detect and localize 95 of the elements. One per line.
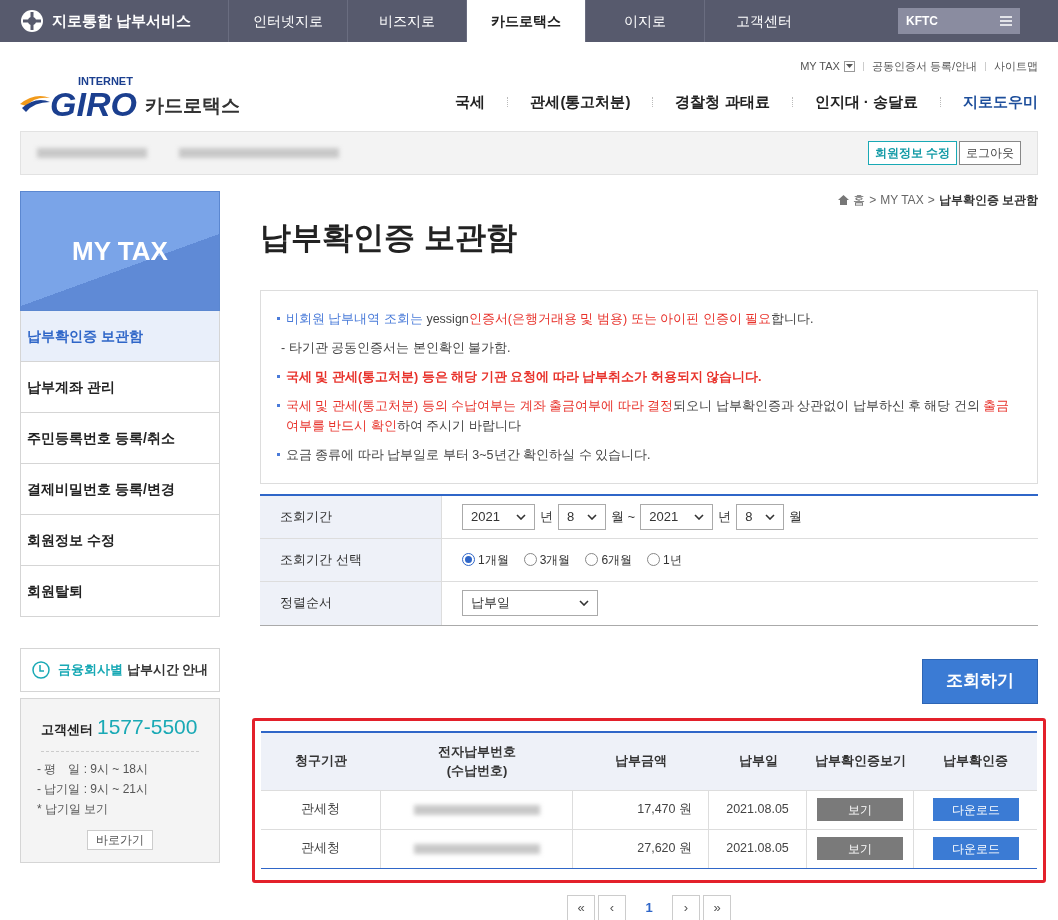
unit-text: 월 ~: [611, 507, 636, 526]
support-label: 고객센터: [41, 721, 93, 739]
notice-text: 국세 및 관세(통고처분) 등의 수납여부는 계좌 출금여부에 따라 결정 되오니 납부확인증과 상관없이 납부하신 후 해당 건의 출금여부를 반드시 확인하여 주시기 바랍니다: [286, 397, 1011, 435]
logo-icon: [20, 9, 44, 33]
notice-text: 국세 및 관세(통고처분) 등은 해당 기관 요청에 따라 납부취소가 허용되지 않습니다.: [286, 368, 762, 386]
support-hours-text: - 평 일 : 9시 ~ 18시: [37, 760, 150, 778]
support-hours-text: - 납기일 : 9시 ~ 21시: [37, 780, 150, 798]
download-button[interactable]: 다운로드: [932, 798, 1019, 821]
logo-subtitle: 카드로택스: [144, 93, 240, 118]
brand-title: 지로통합 납부서비스: [52, 10, 192, 31]
table-cell: 2021.08.05: [709, 790, 807, 829]
main-menu-item[interactable]: 관세(통고처분): [530, 90, 631, 113]
select-field[interactable]: 납부일: [462, 590, 598, 616]
page-title: 납부확인증 보관함: [260, 219, 518, 257]
sidebar-item[interactable]: 결제비밀번호 등록/변경: [21, 464, 219, 515]
main-menu-item[interactable]: 경찰청 과태료: [675, 90, 770, 113]
sidebar-title: MY TAX: [72, 234, 168, 268]
member-button[interactable]: 로그아웃: [959, 141, 1021, 165]
column-header: 전자납부번호 (수납번호): [437, 742, 517, 780]
next-page-button[interactable]: ›: [672, 894, 700, 920]
sidebar-item[interactable]: 회원정보 수정: [21, 515, 219, 566]
breadcrumb-link[interactable]: MY TAX: [880, 191, 924, 209]
utility-link[interactable]: 공동인증서 등록/안내: [871, 58, 977, 75]
utility-link[interactable]: 사이트맵: [994, 58, 1038, 75]
breadcrumb-link[interactable]: 홈: [853, 191, 866, 209]
unit-text: 년: [540, 507, 553, 526]
column-header: 납부금액: [614, 752, 668, 771]
sidebar-item[interactable]: 납부확인증 보관함: [21, 311, 219, 362]
sidebar-item[interactable]: 회원탈퇴: [21, 566, 219, 617]
first-page-button[interactable]: «: [567, 894, 595, 920]
search-button[interactable]: 조회하기: [922, 658, 1038, 704]
caret-icon: [579, 600, 589, 606]
bullet-icon: [277, 452, 280, 456]
radio-option[interactable]: 1개월: [462, 550, 509, 569]
bullet-icon: [277, 403, 280, 407]
bullet-icon: [277, 374, 280, 378]
breadcrumb-separator: >: [927, 192, 935, 209]
form-label: 조회기간 선택: [260, 538, 442, 581]
column-header: 납부확인증보기: [814, 752, 907, 771]
nav-tab[interactable]: 카드로택스: [466, 0, 585, 42]
logo-text: GIRO: [50, 87, 137, 121]
radio-option[interactable]: 3개월: [523, 550, 571, 569]
sidebar-item[interactable]: 납부계좌 관리: [21, 362, 219, 413]
caret-icon: [694, 513, 705, 520]
column-header: 납부일: [737, 752, 779, 771]
go-button[interactable]: 바로가기: [87, 829, 153, 850]
caret-icon: [765, 513, 776, 520]
caret-icon: [516, 513, 526, 520]
nav-tab[interactable]: 이지로: [585, 0, 704, 42]
notice-text: - 타기관 공동인증서는 본인확인 불가함.: [281, 339, 511, 357]
bullet-icon: [277, 316, 280, 320]
form-label: 정렬순서: [260, 581, 442, 625]
column-header: 청구기관: [294, 752, 348, 771]
caret-icon: [587, 513, 597, 520]
view-button[interactable]: 보기: [817, 837, 903, 860]
menu-icon: [1000, 16, 1012, 26]
radio-option[interactable]: 1년: [647, 550, 682, 569]
select-field[interactable]: 8: [558, 503, 606, 530]
clock-icon: [31, 661, 50, 679]
home-icon: [838, 195, 850, 205]
radio-option[interactable]: 6개월: [585, 550, 633, 569]
dropdown-icon: [843, 60, 855, 72]
page-number[interactable]: 1: [629, 894, 669, 920]
table-cell: 2021.08.05: [709, 829, 807, 868]
time-guide-text: 금융회사별 납부시간 안내: [57, 661, 209, 680]
form-label: 조회기간: [260, 495, 442, 538]
breadcrumb-link[interactable]: 납부확인증 보관함: [938, 191, 1038, 209]
main-menu-item[interactable]: 국세: [455, 90, 486, 113]
download-button[interactable]: 다운로드: [932, 837, 1019, 860]
breadcrumb-separator: >: [869, 192, 877, 209]
main-menu-item[interactable]: 인지대 · 송달료: [814, 90, 918, 113]
support-phone: 1577-5500: [97, 714, 198, 740]
nav-tab[interactable]: 인터넷지로: [228, 0, 347, 42]
last-page-button[interactable]: »: [703, 894, 731, 920]
nav-tab[interactable]: 고객센터: [704, 0, 823, 42]
sidebar-item[interactable]: 주민등록번호 등록/취소: [21, 413, 219, 464]
table-cell: 17,470 원: [573, 790, 709, 829]
select-field[interactable]: 8: [736, 503, 785, 530]
column-header: 납부확인증: [942, 752, 1009, 771]
prev-page-button[interactable]: ‹: [598, 894, 626, 920]
utility-link[interactable]: MY TAX: [800, 58, 855, 75]
table-cell: 관세청: [261, 829, 381, 868]
unit-text: 년: [718, 507, 732, 526]
notice-text: 요금 종류에 따라 납부일로 부터 3~5년간 확인하실 수 있습니다.: [286, 446, 651, 464]
notice-text: 비회원 납부내역 조회는 yessign인증서(은행거래용 및 범용) 또는 아이핀 인증이 필요합니다.: [286, 310, 814, 328]
logo-small-text: INTERNET: [77, 76, 133, 87]
main-menu-item[interactable]: 지로도우미: [963, 90, 1038, 113]
table-cell: 27,620 원: [573, 829, 709, 868]
table-cell: 관세청: [261, 790, 381, 829]
support-hours-text: * 납기일 보기: [37, 800, 110, 818]
time-guide-box[interactable]: 금융회사별 납부시간 안내: [20, 648, 220, 692]
view-button[interactable]: 보기: [817, 798, 903, 821]
select-field[interactable]: 2021: [640, 503, 714, 530]
select-field[interactable]: 2021: [462, 503, 535, 530]
unit-text: 월: [789, 507, 803, 526]
